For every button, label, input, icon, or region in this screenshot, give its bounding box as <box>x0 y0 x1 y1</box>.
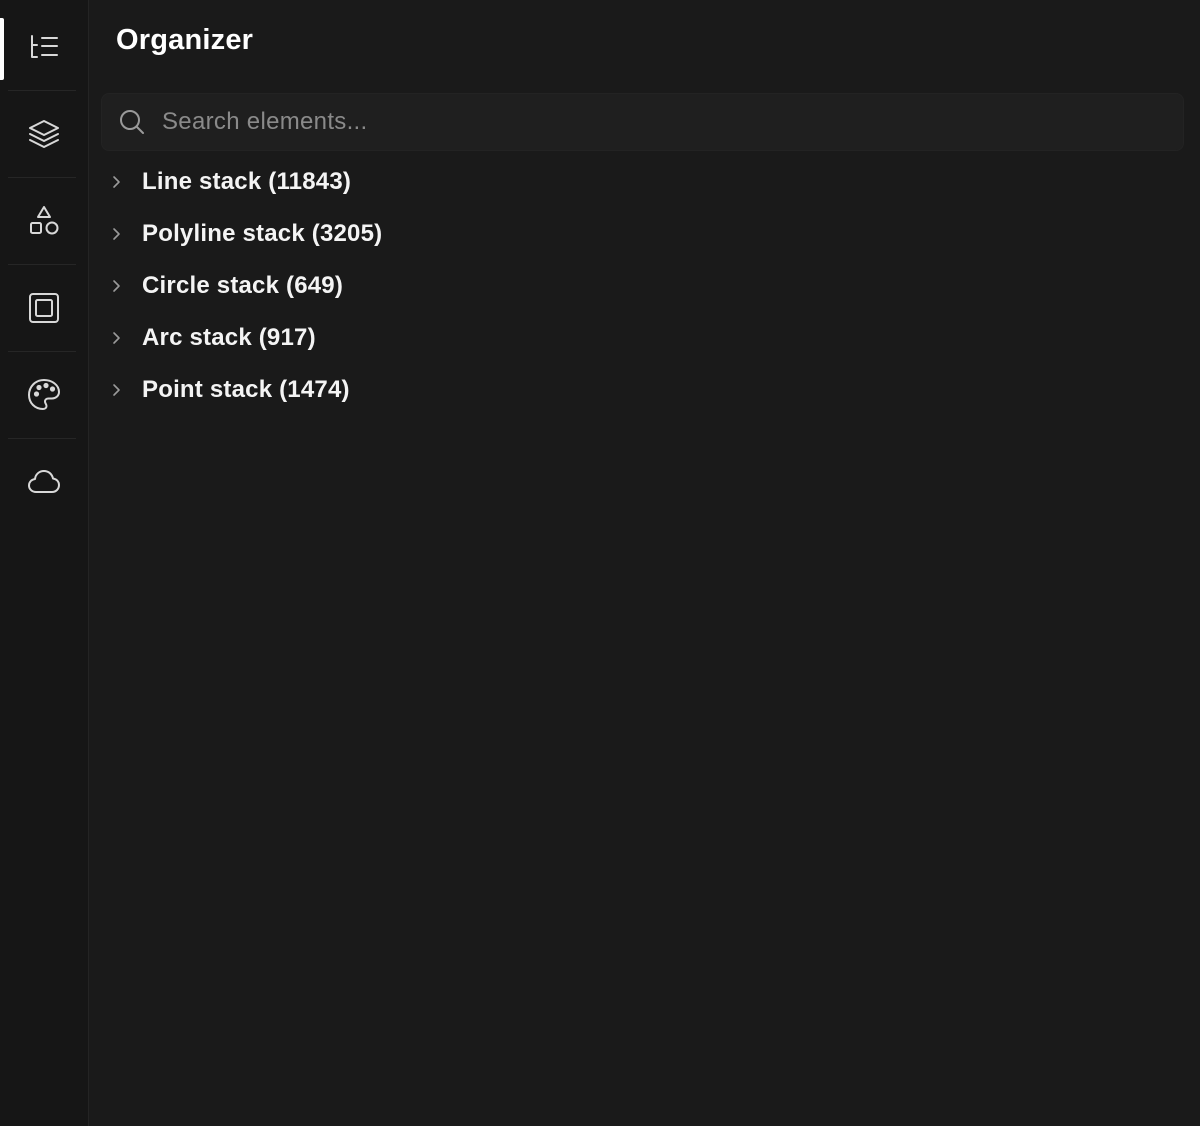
tree-item-circle-stack[interactable]: Circle stack (649) <box>101 260 1184 312</box>
layers-icon <box>26 116 62 152</box>
chevron-right-icon[interactable] <box>101 375 131 405</box>
organizer-panel: Organizer Line stack (11843) <box>89 0 1200 1126</box>
tree-item-label: Circle stack (649) <box>142 272 344 299</box>
palette-icon <box>26 377 62 413</box>
tree-item-line-stack[interactable]: Line stack (11843) <box>101 156 1184 208</box>
active-indicator <box>0 18 4 80</box>
outline-list-icon <box>26 29 62 65</box>
rail-item-frame[interactable] <box>0 265 88 351</box>
tree-item-point-stack[interactable]: Point stack (1474) <box>101 364 1184 416</box>
rail-item-cloud[interactable] <box>0 439 88 525</box>
tree-item-label: Point stack (1474) <box>142 376 350 403</box>
tree-item-label: Polyline stack (3205) <box>142 220 383 247</box>
element-tree: Line stack (11843) Polyline stack (3205)… <box>101 156 1184 416</box>
chevron-right-icon[interactable] <box>101 219 131 249</box>
side-rail <box>0 0 89 1126</box>
frame-icon <box>26 290 62 326</box>
rail-item-organizer[interactable] <box>0 4 88 90</box>
tree-item-polyline-stack[interactable]: Polyline stack (3205) <box>101 208 1184 260</box>
app-window: Organizer Line stack (11843) <box>0 0 1200 1126</box>
tree-item-label: Line stack (11843) <box>142 168 352 195</box>
cloud-icon <box>26 464 62 500</box>
search-input[interactable] <box>160 107 1144 137</box>
panel-title: Organizer <box>116 24 254 56</box>
chevron-right-icon[interactable] <box>101 323 131 353</box>
rail-item-palette[interactable] <box>0 352 88 438</box>
rail-item-shapes[interactable] <box>0 178 88 264</box>
tree-item-arc-stack[interactable]: Arc stack (917) <box>101 312 1184 364</box>
search-icon <box>118 108 146 136</box>
chevron-right-icon[interactable] <box>101 271 131 301</box>
rail-item-layers[interactable] <box>0 91 88 177</box>
chevron-right-icon[interactable] <box>101 167 131 197</box>
tree-item-label: Arc stack (917) <box>142 324 316 351</box>
shapes-icon <box>26 203 62 239</box>
search-box[interactable] <box>101 93 1184 151</box>
